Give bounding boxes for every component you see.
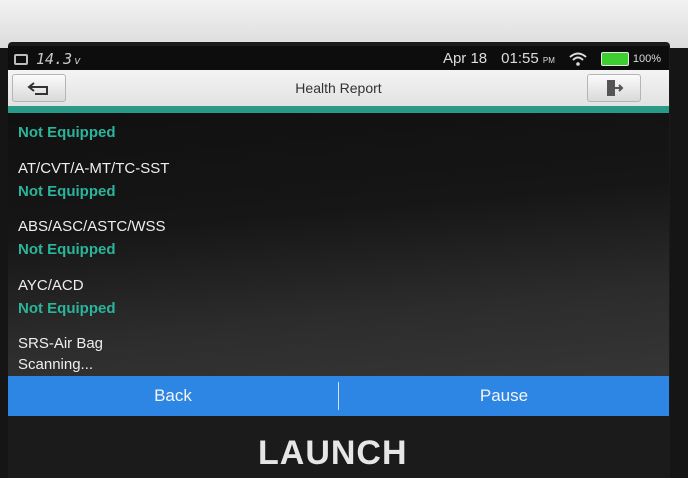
vehicle-voltage-icon — [14, 53, 28, 65]
photo-background — [0, 0, 688, 48]
device-screen: 14.3 v Apr 18 01:55 PM 100% Health Repor… — [8, 46, 669, 416]
system-name[interactable]: AT/CVT/A-MT/TC-SST — [18, 160, 169, 177]
system-name[interactable]: AYC/ACD — [18, 277, 84, 294]
pause-button[interactable]: Pause — [339, 376, 669, 416]
system-name[interactable]: SRS-Air Bag — [18, 335, 103, 352]
system-status: Not Equipped — [18, 124, 116, 141]
status-time: 01:55 PM — [501, 50, 555, 67]
exit-button[interactable] — [587, 74, 641, 102]
status-date: Apr 18 — [442, 50, 488, 67]
exit-door-icon — [607, 80, 624, 96]
system-status: Not Equipped — [18, 183, 116, 200]
system-status: Not Equipped — [18, 241, 116, 258]
back-button[interactable]: Back — [8, 376, 338, 416]
status-bar: 14.3 v Apr 18 01:55 PM 100% — [8, 46, 669, 70]
page-title: Health Report — [295, 80, 382, 96]
system-status: Not Equipped — [18, 300, 116, 317]
system-name[interactable]: ABS/ASC/ASTC/WSS — [18, 218, 166, 235]
battery-icon — [600, 51, 629, 66]
wifi-icon — [569, 52, 587, 66]
battery-percent: 100% — [632, 52, 661, 65]
title-bar: Health Report — [8, 70, 669, 113]
bottom-action-bar: Back Pause — [8, 376, 669, 416]
voltage-value: 14.3 v — [36, 50, 81, 68]
brand-logo: LAUNCH — [258, 434, 408, 472]
system-status-scanning: Scanning... — [18, 356, 94, 373]
